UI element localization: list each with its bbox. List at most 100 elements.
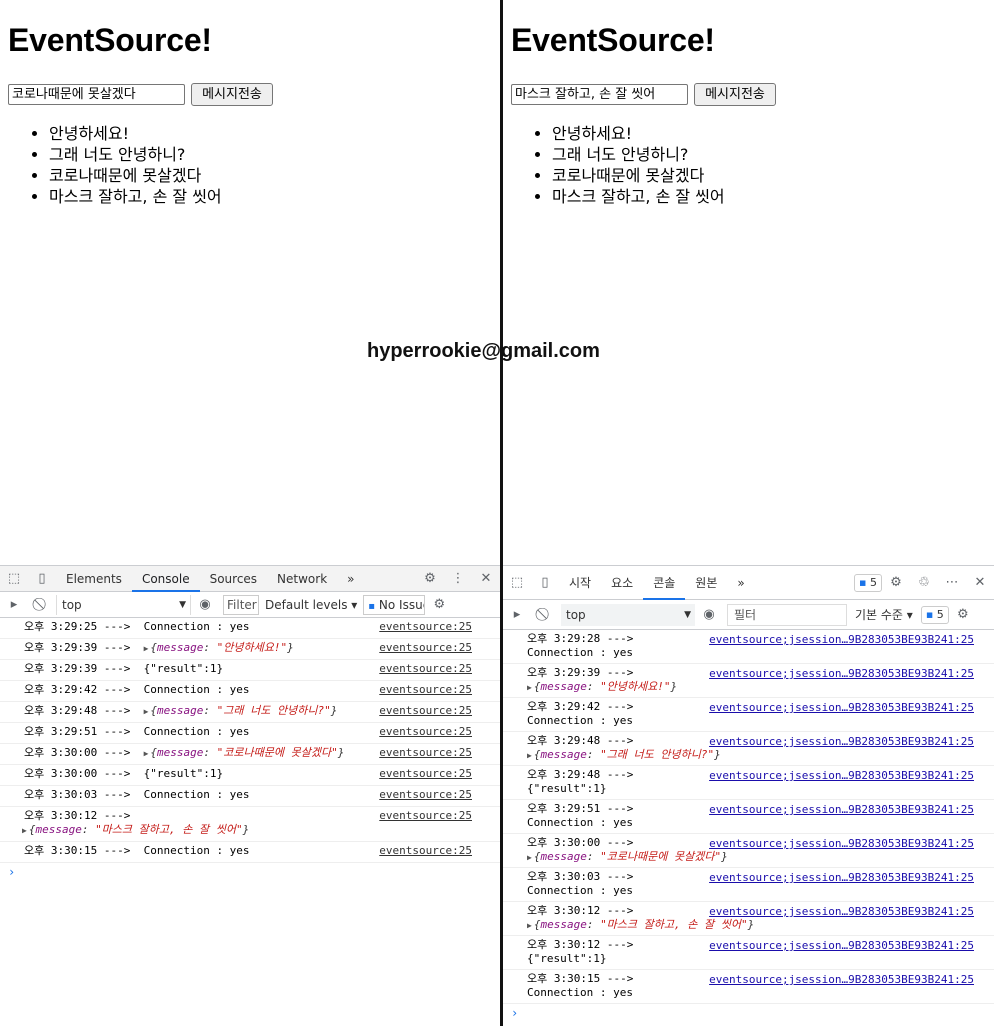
object-value: "안녕하세요!" xyxy=(216,641,288,654)
object-preview[interactable]: ▶ {message: "코로나때문에 못살겠다"} xyxy=(527,850,994,865)
source-link[interactable]: eventsource:25 xyxy=(379,620,472,634)
source-link[interactable]: eventsource:25 xyxy=(379,788,472,802)
log-message: Connection : yes xyxy=(527,816,633,829)
issues-count: 5 xyxy=(936,607,944,621)
object-preview[interactable]: ▶ {message: "안녕하세요!"} xyxy=(144,641,294,657)
more-tabs-button[interactable]: » xyxy=(727,566,754,600)
expand-triangle-icon[interactable]: ▶ xyxy=(527,853,532,862)
filter-input[interactable]: 필터 xyxy=(727,603,847,626)
source-link[interactable]: eventsource;jsession…9B283053BE93B241:25 xyxy=(709,769,974,783)
source-link[interactable]: eventsource:25 xyxy=(379,746,472,760)
console-settings-gear-icon[interactable]: ⚙ xyxy=(949,607,977,622)
inspect-element-icon[interactable]: ⬚ xyxy=(0,571,28,586)
object-key: message xyxy=(540,850,587,863)
kebab-menu-icon[interactable]: ⋮ xyxy=(444,571,472,586)
source-link[interactable]: eventsource:25 xyxy=(379,683,472,697)
object-preview[interactable]: ▶ {message: "코로나때문에 못살겠다"} xyxy=(144,746,345,762)
source-link[interactable]: eventsource;jsession…9B283053BE93B241:25 xyxy=(709,871,974,885)
message-input[interactable]: 마스크 잘하고, 손 잘 씻어 xyxy=(511,84,688,105)
expand-triangle-icon[interactable]: ▶ xyxy=(144,707,149,716)
object-preview[interactable]: ▶ {message: "마스크 잘하고, 손 잘 씻어"} xyxy=(527,918,994,933)
send-message-button[interactable]: 메시지전송 xyxy=(191,83,273,106)
tab-elements[interactable]: 요소 xyxy=(601,566,643,600)
tab-console[interactable]: Console xyxy=(131,566,200,592)
log-time: 오후 3:30:15 ---> xyxy=(24,844,131,857)
object-preview[interactable]: ▶ {message: "안녕하세요!"} xyxy=(527,680,994,695)
tab-network[interactable]: Network xyxy=(267,566,337,592)
tab-console[interactable]: 콘솔 xyxy=(643,566,686,600)
expand-triangle-icon[interactable]: ▶ xyxy=(527,751,532,760)
source-link[interactable]: eventsource;jsession…9B283053BE93B241:25 xyxy=(709,939,974,953)
console-toolbar: ▸ ⃠ top ▼ ◉ 필터 기본 수준 ▾ ▪ 5 ⚙ xyxy=(503,600,994,630)
issues-button[interactable]: ▪ No Issue xyxy=(363,594,426,615)
message-input[interactable]: 코로나때문에 못살겠다 xyxy=(8,84,185,105)
console-row: 오후 3:29:39 ---> ▶ {message: "안녕하세요!"} event… xyxy=(503,664,994,698)
list-item: 그래 너도 안녕하니? xyxy=(49,144,222,165)
source-link[interactable]: eventsource;jsession…9B283053BE93B241:25 xyxy=(709,633,974,647)
source-link[interactable]: eventsource:25 xyxy=(379,767,472,781)
object-preview[interactable]: ▶ {message: "그래 너도 안녕하니?"} xyxy=(144,704,338,720)
message-list: 안녕하세요! 그래 너도 안녕하니? 코로나때문에 못살겠다 마스크 잘하고, … xyxy=(552,123,725,207)
source-link[interactable]: eventsource:25 xyxy=(379,704,472,718)
source-link[interactable]: eventsource:25 xyxy=(379,641,472,655)
object-preview[interactable]: ▶ {message: "그래 너도 안녕하니?"} xyxy=(527,748,994,763)
source-link[interactable]: eventsource:25 xyxy=(379,809,472,823)
eye-icon[interactable]: ◉ xyxy=(191,597,219,612)
source-link[interactable]: eventsource;jsession…9B283053BE93B241:25 xyxy=(709,837,974,851)
issues-badge[interactable]: ▪ 5 xyxy=(920,605,949,624)
levels-dropdown[interactable]: 기본 수준 ▾ xyxy=(847,606,921,623)
expand-triangle-icon[interactable]: ▶ xyxy=(144,749,149,758)
inspect-element-icon[interactable]: ⬚ xyxy=(503,575,531,590)
tab-welcome[interactable]: 시작 xyxy=(559,566,601,600)
filter-input[interactable]: Filter xyxy=(223,594,259,615)
tab-elements[interactable]: Elements xyxy=(56,566,132,592)
user-feedback-icon[interactable]: ♲ xyxy=(910,575,938,590)
eye-icon[interactable]: ◉ xyxy=(695,607,723,622)
context-select[interactable]: top ▼ xyxy=(56,594,191,615)
source-link[interactable]: eventsource;jsession…9B283053BE93B241:25 xyxy=(709,701,974,715)
console-prompt[interactable]: › xyxy=(0,863,500,881)
close-icon[interactable]: ✕ xyxy=(472,571,500,586)
source-link[interactable]: eventsource;jsession…9B283053BE93B241:25 xyxy=(709,905,974,919)
more-options-icon[interactable]: ⋯ xyxy=(938,575,966,590)
source-link[interactable]: eventsource:25 xyxy=(379,662,472,676)
console-settings-gear-icon[interactable]: ⚙ xyxy=(425,597,453,612)
levels-dropdown[interactable]: Default levels ▾ xyxy=(259,598,363,612)
send-message-button[interactable]: 메시지전송 xyxy=(694,83,776,106)
clear-console-icon[interactable]: ⃠ xyxy=(28,597,56,612)
object-preview[interactable]: ▶ {message: "마스크 잘하고, 손 잘 씻어"} xyxy=(22,823,500,838)
source-link[interactable]: eventsource:25 xyxy=(379,844,472,858)
console-row: 오후 3:29:42 ---> Connection : yes eventsour… xyxy=(503,698,994,732)
console-row: 오후 3:30:00 ---> {"result":1} eventsource:… xyxy=(0,765,500,786)
sidebar-toggle-icon[interactable]: ▸ xyxy=(0,597,28,612)
expand-triangle-icon[interactable]: ▶ xyxy=(22,826,27,835)
source-link[interactable]: eventsource;jsession…9B283053BE93B241:25 xyxy=(709,667,974,681)
console-row: 오후 3:29:48 ---> {"result":1} eventsource;j… xyxy=(503,766,994,800)
more-tabs-button[interactable]: » xyxy=(337,566,364,592)
clear-console-icon[interactable]: ⃠ xyxy=(531,607,559,622)
device-toolbar-icon[interactable]: ▯ xyxy=(28,571,56,586)
source-link[interactable]: eventsource;jsession…9B283053BE93B241:25 xyxy=(709,735,974,749)
sidebar-toggle-icon[interactable]: ▸ xyxy=(503,607,531,622)
expand-triangle-icon[interactable]: ▶ xyxy=(527,921,532,930)
settings-gear-icon[interactable]: ⚙ xyxy=(882,575,910,590)
log-time: 오후 3:30:03 ---> xyxy=(24,788,131,801)
source-link[interactable]: eventsource;jsession…9B283053BE93B241:25 xyxy=(709,803,974,817)
close-icon[interactable]: ✕ xyxy=(966,575,994,590)
log-time: 오후 3:29:42 ---> xyxy=(24,683,131,696)
issues-badge[interactable]: ▪ 5 xyxy=(854,573,882,592)
console-row: 오후 3:29:51 ---> Connection : yes eventsou… xyxy=(0,723,500,744)
device-toolbar-icon[interactable]: ▯ xyxy=(531,575,559,590)
object-value: "마스크 잘하고, 손 잘 씻어" xyxy=(95,823,243,836)
object-key: message xyxy=(157,704,204,717)
tab-sources[interactable]: Sources xyxy=(200,566,267,592)
expand-triangle-icon[interactable]: ▶ xyxy=(144,644,149,653)
tab-sources[interactable]: 원본 xyxy=(685,566,727,600)
settings-gear-icon[interactable]: ⚙ xyxy=(416,571,444,586)
source-link[interactable]: eventsource:25 xyxy=(379,725,472,739)
expand-triangle-icon[interactable]: ▶ xyxy=(527,683,532,692)
source-link[interactable]: eventsource;jsession…9B283053BE93B241:25 xyxy=(709,973,974,987)
console-prompt[interactable]: › xyxy=(503,1004,994,1022)
object-key: message xyxy=(35,823,82,836)
context-select[interactable]: top ▼ xyxy=(561,603,695,626)
